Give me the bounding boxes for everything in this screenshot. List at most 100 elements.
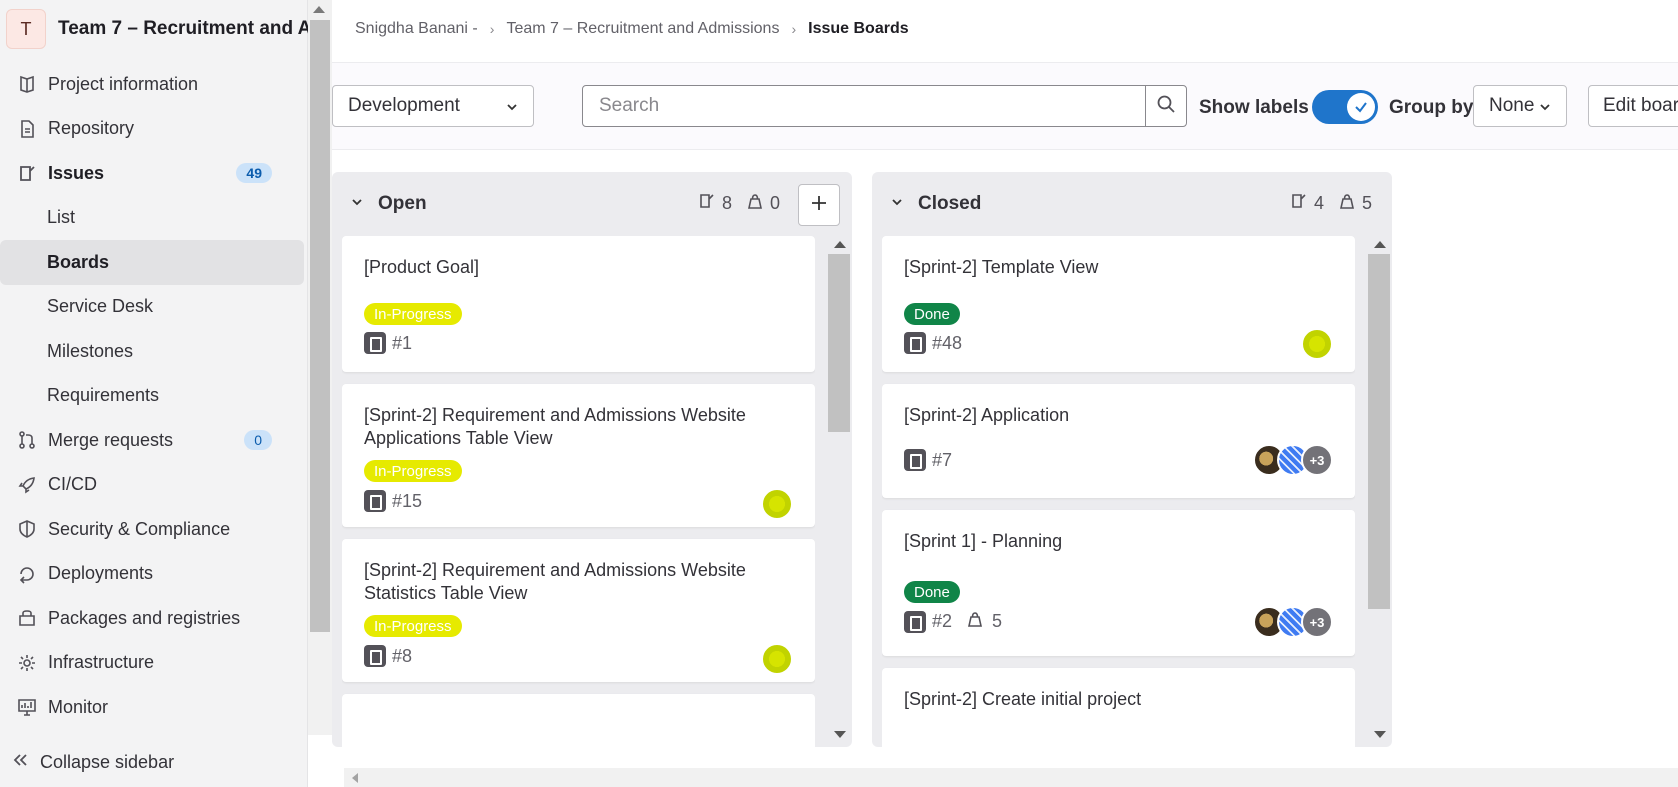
more-assignees-badge[interactable]: +3 — [1301, 606, 1333, 638]
list-scrollbar[interactable] — [1368, 236, 1390, 738]
show-labels-toggle[interactable] — [1312, 90, 1378, 124]
issue-ref: #48 — [932, 332, 963, 353]
sidebar-item-service-desk[interactable]: Service Desk — [0, 285, 308, 330]
issue-card[interactable]: [Product Goal] In-Progress #1 — [342, 236, 815, 372]
more-assignees-badge[interactable]: +3 — [1301, 444, 1333, 476]
sidebar-item-repository[interactable]: Repository — [0, 107, 308, 152]
sidebar-item-monitor[interactable]: Monitor — [0, 685, 308, 730]
issue-title[interactable]: [Sprint-2] Requirement and Admissions We… — [364, 559, 784, 605]
sidebar-item-label: Requirements — [47, 385, 160, 406]
weight-icon — [966, 610, 984, 633]
issue-type-icon — [904, 332, 926, 354]
issue-title[interactable]: [Sprint-2] Requirement and Admissions We… — [364, 404, 784, 450]
project-avatar: T — [6, 9, 46, 49]
scroll-up-arrow-icon[interactable] — [313, 6, 325, 13]
breadcrumb-project[interactable]: Team 7 – Recruitment and Admissions — [506, 20, 779, 38]
scroll-down-arrow-icon[interactable] — [834, 731, 846, 738]
board-select[interactable]: Development — [332, 85, 534, 127]
project-title[interactable]: Team 7 – Recruitment and A... — [58, 18, 308, 40]
issue-card[interactable]: [Sprint-2] Template View Done #48 — [882, 236, 1355, 372]
sidebar-item-infrastructure[interactable]: Infrastructure — [0, 641, 308, 686]
project-header[interactable]: T Team 7 – Recruitment and A... — [0, 0, 308, 58]
sidebar-item-requirements[interactable]: Requirements — [0, 374, 308, 419]
sidebar-item-list[interactable]: List — [0, 196, 308, 241]
issue-card[interactable] — [342, 694, 815, 747]
sidebar-item-merge-requests[interactable]: Merge requests 0 — [0, 418, 308, 463]
edit-board-button[interactable]: Edit board — [1588, 85, 1678, 127]
sidebar-item-label: Project information — [48, 73, 199, 94]
issue-meta: #7 — [904, 449, 952, 471]
merge-request-icon — [16, 429, 38, 451]
list-scrollbar-thumb[interactable] — [828, 254, 850, 432]
search-button[interactable] — [1145, 85, 1187, 127]
label-done[interactable]: Done — [904, 581, 960, 603]
issue-card[interactable]: [Sprint-2] Requirement and Admissions We… — [342, 539, 815, 682]
list-scrollbar[interactable] — [828, 236, 850, 738]
avatar[interactable] — [1301, 328, 1333, 360]
issue-title[interactable]: [Product Goal] — [364, 256, 784, 279]
issue-type-icon — [364, 332, 386, 354]
issue-title[interactable]: [Sprint-2] Template View — [904, 256, 1324, 279]
chevron-down-icon[interactable] — [350, 195, 364, 214]
collapse-sidebar-button[interactable]: Collapse sidebar — [12, 752, 174, 773]
sidebar-item-issues[interactable]: Issues 49 — [0, 151, 308, 196]
document-icon — [16, 118, 38, 140]
scroll-up-arrow-icon[interactable] — [834, 241, 846, 248]
scroll-down-arrow-icon[interactable] — [1374, 731, 1386, 738]
double-chevron-left-icon — [12, 752, 28, 773]
deployments-icon — [16, 563, 38, 585]
cloud-gear-icon — [16, 652, 38, 674]
issue-meta: #1 — [364, 332, 412, 354]
chevron-right-icon: › — [791, 21, 797, 37]
sidebar-item-label: Packages and registries — [48, 607, 241, 628]
sidebar-item-packages-registries[interactable]: Packages and registries — [0, 596, 308, 641]
chevron-down-icon — [1538, 98, 1552, 120]
assignees: +3 — [1253, 606, 1333, 638]
issue-title[interactable]: [Sprint 1] - Planning — [904, 530, 1324, 553]
sidebar-scrollbar-thumb[interactable] — [310, 20, 330, 632]
add-issue-button[interactable] — [798, 184, 840, 226]
group-by-value: None — [1489, 95, 1535, 116]
label-in-progress[interactable]: In-Progress — [364, 303, 462, 325]
list-title: Closed — [918, 193, 982, 214]
breadcrumb-current[interactable]: Issue Boards — [808, 20, 908, 38]
sidebar-item-milestones[interactable]: Milestones — [0, 329, 308, 374]
issue-card[interactable]: [Sprint 1] - Planning Done #2 5 +3 — [882, 510, 1355, 656]
list-scrollbar-thumb[interactable] — [1368, 254, 1390, 609]
issue-meta: #8 — [364, 645, 412, 667]
issue-card[interactable]: [Sprint-2] Requirement and Admissions We… — [342, 384, 815, 527]
sidebar-item-ci-cd[interactable]: CI/CD — [0, 463, 308, 508]
issue-card[interactable]: [Sprint-2] Application #7 +3 — [882, 384, 1355, 498]
group-by-select[interactable]: None — [1473, 85, 1567, 127]
label-done[interactable]: Done — [904, 303, 960, 325]
issue-meta: #2 5 — [904, 610, 1002, 633]
breadcrumb: Snigdha Banani - › Team 7 – Recruitment … — [355, 20, 909, 38]
sidebar-item-label: Issues — [48, 162, 105, 183]
issue-meta: #48 — [904, 332, 962, 354]
label-in-progress[interactable]: In-Progress — [364, 460, 462, 482]
assignees: +3 — [1253, 444, 1333, 476]
scroll-left-arrow-icon[interactable] — [352, 773, 358, 783]
sidebar-item-project-information[interactable]: Project information — [0, 62, 308, 107]
issue-weight: 5 — [992, 611, 1003, 631]
issue-title[interactable]: [Sprint-2] Create initial project — [904, 688, 1324, 711]
assignees — [761, 643, 793, 675]
issue-ref: #8 — [392, 645, 413, 666]
issues-icon — [16, 162, 38, 184]
sidebar-item-boards[interactable]: Boards — [0, 240, 304, 285]
board-horizontal-scrollbar[interactable] — [344, 768, 1678, 787]
avatar[interactable] — [761, 488, 793, 520]
issue-title[interactable]: [Sprint-2] Application — [904, 404, 1324, 427]
sidebar-item-deployments[interactable]: Deployments — [0, 552, 308, 597]
avatar[interactable] — [761, 643, 793, 675]
board-select-value: Development — [348, 95, 460, 116]
list-title: Open — [378, 193, 427, 214]
label-in-progress[interactable]: In-Progress — [364, 615, 462, 637]
issue-card[interactable]: [Sprint-2] Create initial project — [882, 668, 1355, 747]
breadcrumb-user[interactable]: Snigdha Banani - — [355, 20, 478, 38]
scroll-up-arrow-icon[interactable] — [1374, 241, 1386, 248]
sidebar-item-security-compliance[interactable]: Security & Compliance — [0, 507, 308, 552]
search-input[interactable]: Search — [582, 85, 1146, 127]
monitor-icon — [16, 696, 38, 718]
chevron-down-icon[interactable] — [890, 195, 904, 214]
